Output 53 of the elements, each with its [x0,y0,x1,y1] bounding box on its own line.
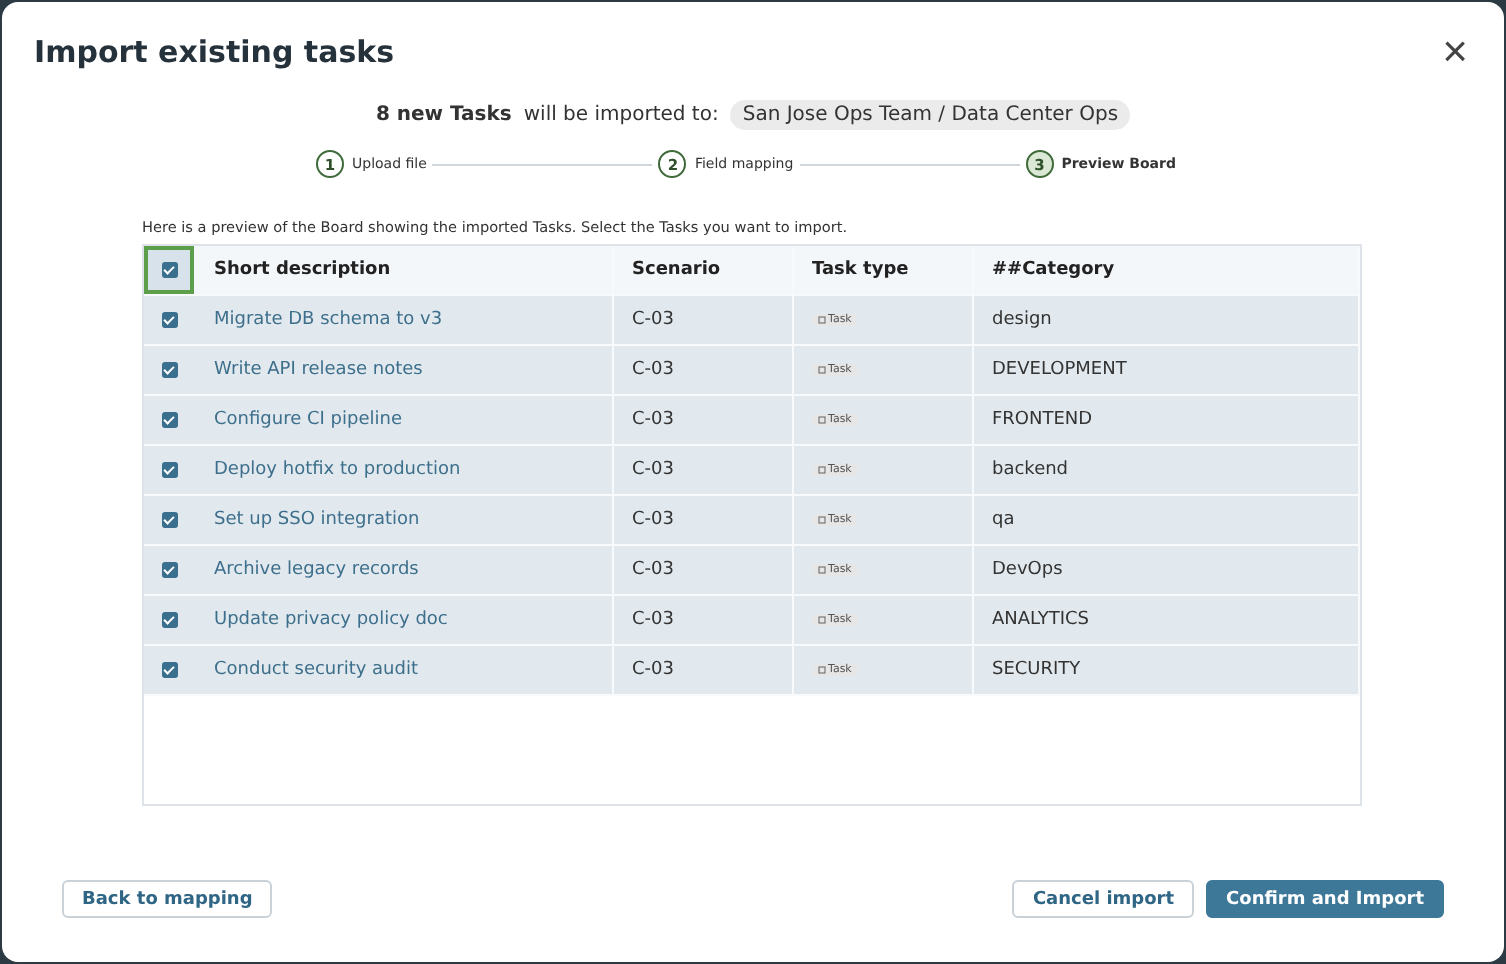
checkbox[interactable] [161,262,177,278]
task-link[interactable]: Migrate DB schema to v3 [214,310,443,330]
column-header: Task type [794,246,974,294]
dialog-title: Import existing tasks [34,34,395,70]
checkbox[interactable] [161,362,177,378]
table-cell: DevOps [974,546,1360,594]
target-board-tag: San Jose Ops Team / Data Center Ops [730,100,1131,130]
cancel-button[interactable]: Cancel import [1012,880,1195,918]
task-icon [818,466,826,474]
task-link[interactable]: Conduct security audit [214,660,419,680]
table-cell: C-03 [614,596,794,644]
checkbox[interactable] [161,412,177,428]
close-button[interactable]: × [1438,30,1472,74]
table-cell: FRONTEND [974,396,1360,444]
task-icon [818,416,826,424]
task-icon [818,366,826,374]
back-button[interactable]: Back to mapping [62,880,273,918]
checkbox[interactable] [161,462,177,478]
task-icon [818,666,826,674]
confirm-button[interactable]: Confirm and Import [1206,880,1444,918]
table-cell: design [974,296,1360,344]
table-cell: C-03 [614,396,794,444]
table-cell: C-03 [614,496,794,544]
table-cell: C-03 [614,296,794,344]
table-cell: SECURITY [974,646,1360,694]
column-header: Short description [194,246,614,294]
task-link[interactable]: Configure CI pipeline [214,410,402,430]
task-icon [818,316,826,324]
task-icon [818,516,826,524]
task-link[interactable]: Write API release notes [214,360,423,380]
table-cell: DEVELOPMENT [974,346,1360,394]
task-link[interactable]: Archive legacy records [214,560,419,580]
checkbox[interactable] [161,312,177,328]
task-count: 8 new Tasks [375,104,512,126]
task-link[interactable]: Update privacy policy doc [214,610,448,630]
summary-text: will be imported to: [523,104,719,126]
task-link[interactable]: Deploy hotfix to production [214,460,461,480]
checkbox[interactable] [161,512,177,528]
table-cell: backend [974,446,1360,494]
checkbox[interactable] [161,662,177,678]
column-header: Scenario [614,246,794,294]
task-link[interactable]: Set up SSO integration [214,510,420,530]
task-icon [818,616,826,624]
task-icon [818,566,826,574]
checkbox[interactable] [161,612,177,628]
checkbox[interactable] [161,562,177,578]
table-cell: qa [974,496,1360,544]
table-cell: C-03 [614,446,794,494]
table-cell: ANALYTICS [974,596,1360,644]
table-cell: C-03 [614,346,794,394]
column-header: ##Category [974,246,1360,294]
table-cell: C-03 [614,646,794,694]
table-cell: C-03 [614,546,794,594]
